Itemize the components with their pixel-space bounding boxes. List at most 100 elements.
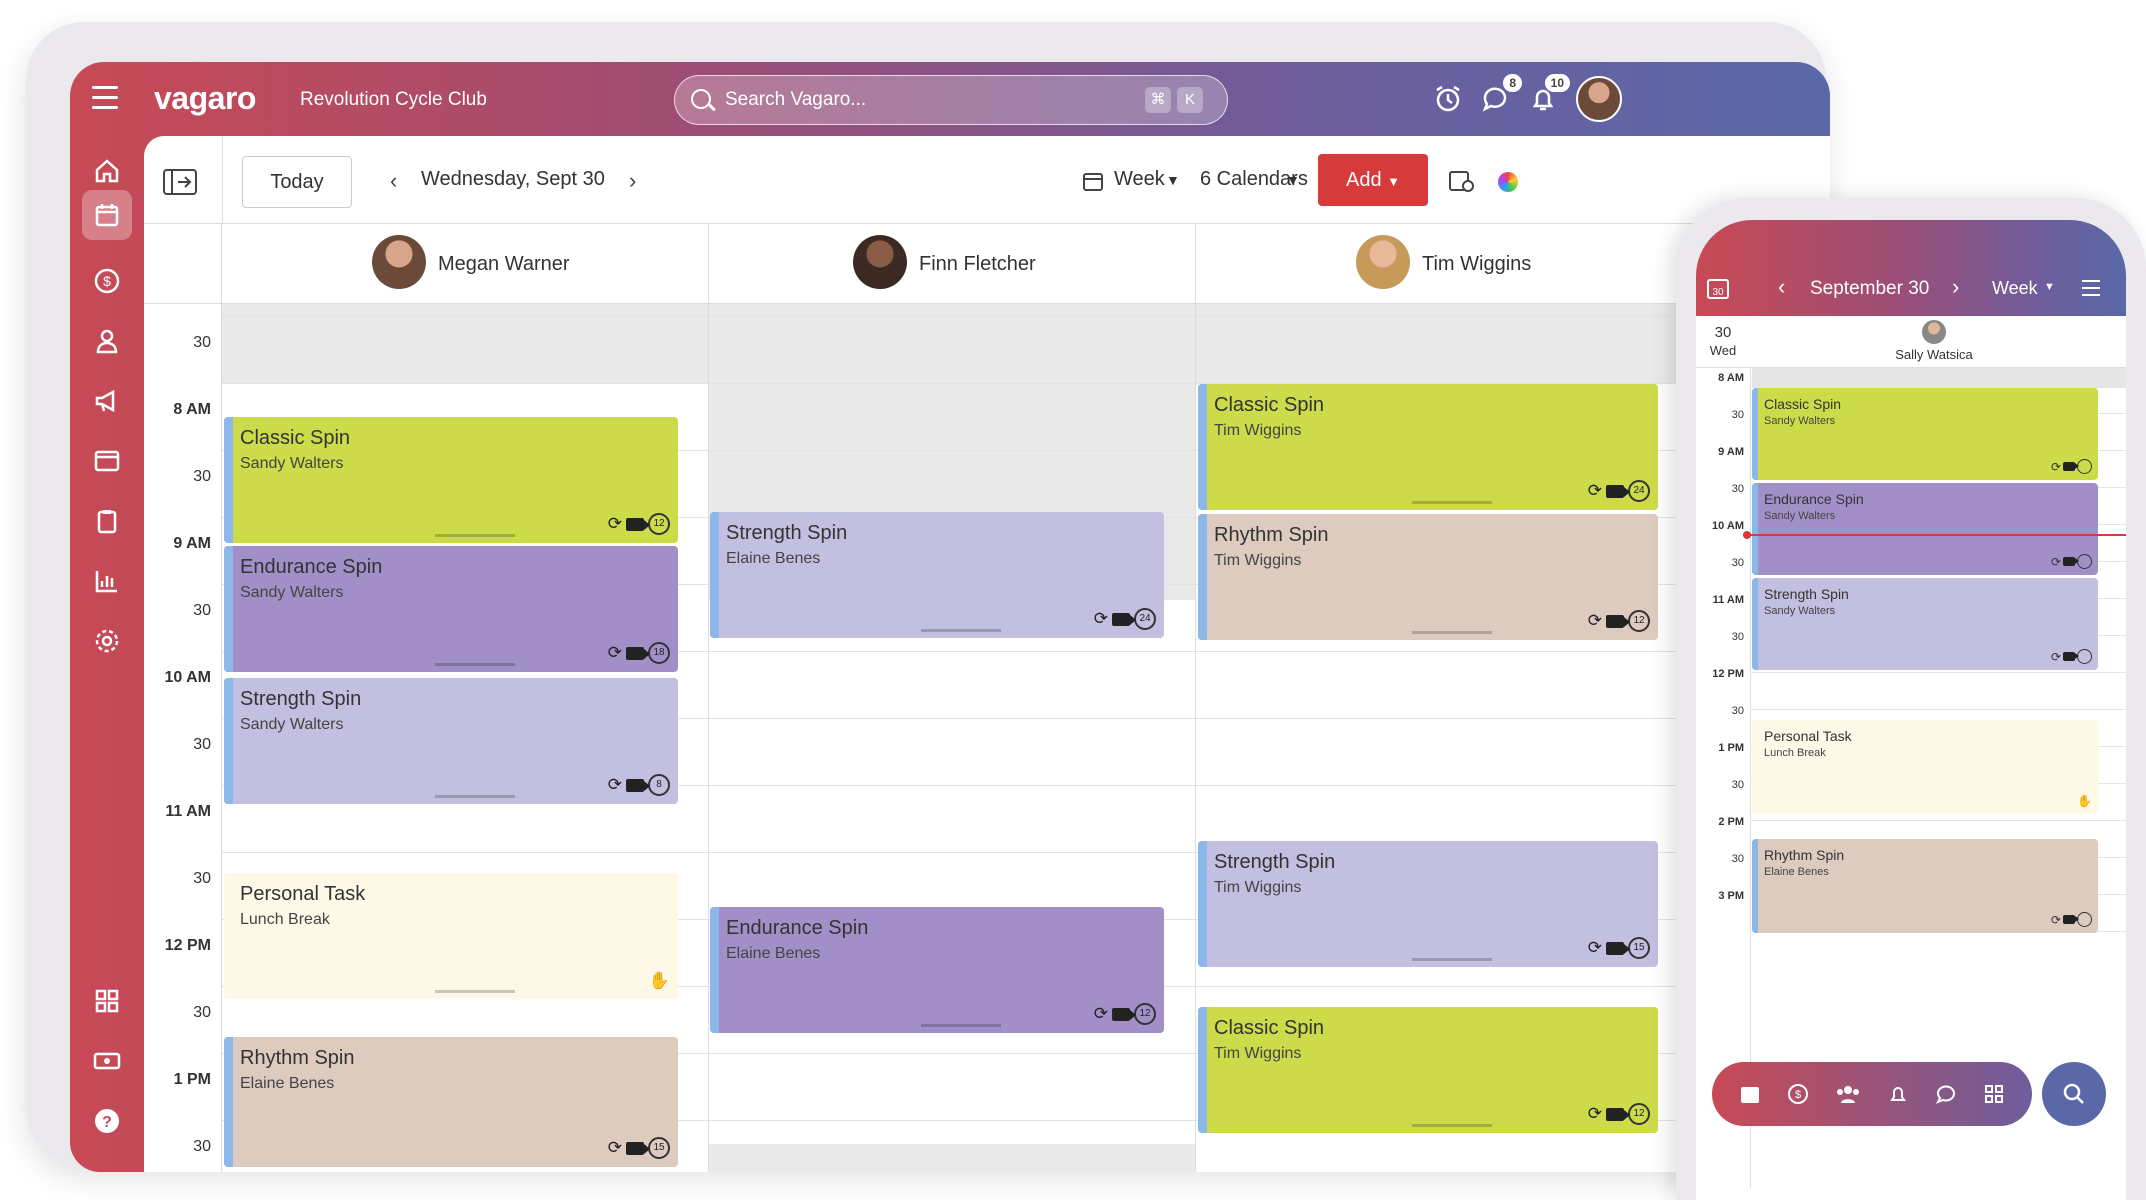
video-icon <box>2063 652 2079 661</box>
capacity-badge: 12 <box>1628 1103 1650 1125</box>
apps-icon[interactable] <box>88 982 126 1020</box>
calendar-icon[interactable] <box>82 190 132 240</box>
prev-day-chevron-icon[interactable]: ‹ <box>390 168 397 194</box>
search-icon <box>691 89 711 109</box>
appointment-block[interactable]: Endurance Spin Sandy Walters ⟳ <box>1752 483 2098 575</box>
home-icon[interactable] <box>88 152 126 190</box>
next-chevron-icon[interactable]: › <box>1952 274 1959 300</box>
marketing-icon[interactable] <box>88 382 126 420</box>
apps-icon[interactable] <box>1983 1083 2005 1105</box>
grid-line <box>1750 709 2126 710</box>
appointment-block[interactable]: Classic Spin Sandy Walters ⟳ <box>1752 388 2098 480</box>
svg-text:30: 30 <box>1712 287 1724 298</box>
appointment-block[interactable]: Strength Spin Tim Wiggins ⟳ 15 <box>1198 841 1658 967</box>
video-icon <box>2063 557 2079 566</box>
time-label: 3 PM <box>1718 890 1744 902</box>
next-day-chevron-icon[interactable]: › <box>629 168 636 194</box>
help-icon[interactable]: ? <box>88 1102 126 1140</box>
staff-column[interactable] <box>709 304 1196 1172</box>
menu-icon[interactable] <box>2082 280 2100 296</box>
capacity-badge: 18 <box>648 642 670 664</box>
personal-task-block[interactable]: Personal Task Lunch Break ✋ <box>1752 720 2098 814</box>
appointment-block[interactable]: Endurance Spin Sandy Walters ⟳ 18 <box>224 546 678 672</box>
vagaro-logo[interactable]: vagaro <box>154 80 256 117</box>
messages-badge: 8 <box>1503 74 1522 92</box>
alarm-clock-icon[interactable] <box>1433 84 1463 114</box>
video-icon <box>1606 1107 1630 1121</box>
svg-text:$: $ <box>1795 1089 1801 1101</box>
view-dropdown-icon[interactable]: ▼ <box>2044 281 2055 293</box>
reports-icon[interactable] <box>88 562 126 600</box>
view-dropdown-icon[interactable]: ▼ <box>1166 172 1180 188</box>
time-label: 12 PM <box>1712 668 1744 680</box>
avatar <box>372 235 426 289</box>
today-button[interactable]: Today <box>242 156 352 208</box>
appointment-block[interactable]: Classic Spin Sandy Walters ⟳ 12 <box>224 417 678 543</box>
video-icon <box>1606 614 1630 628</box>
time-label: 2 PM <box>1718 816 1744 828</box>
menu-icon[interactable] <box>92 86 118 109</box>
repeat-icon: ⟳ <box>1587 1104 1602 1123</box>
time-label: 30 <box>1731 631 1744 643</box>
user-avatar[interactable] <box>1576 76 1622 122</box>
top-bar: vagaro Revolution Cycle Club Search Vaga… <box>70 62 1830 136</box>
event-staff: Tim Wiggins <box>1214 1045 1302 1062</box>
appointment-block[interactable]: Rhythm Spin Elaine Benes ⟳ <box>1752 839 2098 933</box>
video-icon <box>2063 462 2079 471</box>
messages-icon[interactable] <box>1935 1083 1957 1105</box>
appointment-block[interactable]: Endurance Spin Elaine Benes ⟳ 12 <box>710 907 1164 1033</box>
cash-icon[interactable] <box>88 1042 126 1080</box>
browser-icon[interactable] <box>88 442 126 480</box>
event-title: Endurance Spin <box>240 556 383 578</box>
column-header-megan[interactable]: Megan Warner <box>222 224 709 304</box>
column-header-finn[interactable]: Finn Fletcher <box>709 224 1196 304</box>
cmd-key: ⌘ <box>1145 87 1171 113</box>
calendar-settings-icon[interactable] <box>1448 168 1476 194</box>
event-staff: Tim Wiggins <box>1214 879 1302 896</box>
calendars-dropdown-icon[interactable]: ▼ <box>1286 172 1300 188</box>
time-label: 30 <box>1731 705 1744 717</box>
event-title: Classic Spin <box>240 427 351 449</box>
clipboard-icon[interactable] <box>88 502 126 540</box>
event-title: Classic Spin <box>1214 394 1325 416</box>
messages-icon[interactable]: 8 <box>1480 74 1522 114</box>
search-button[interactable] <box>2042 1062 2106 1126</box>
repeat-icon: ⟳ <box>607 514 622 533</box>
current-time-line <box>1743 531 2126 539</box>
dollar-icon[interactable]: $ <box>1787 1083 1809 1105</box>
appointment-block[interactable]: Classic Spin Tim Wiggins ⟳ 12 <box>1198 1007 1658 1133</box>
time-label: 30 <box>193 736 211 753</box>
prev-chevron-icon[interactable]: ‹ <box>1778 274 1785 300</box>
event-staff: Tim Wiggins <box>1214 422 1302 439</box>
appointment-block[interactable]: Classic Spin Tim Wiggins ⟳ 24 <box>1198 384 1658 510</box>
calendar-icon[interactable] <box>1739 1083 1761 1105</box>
settings-icon[interactable] <box>88 622 126 660</box>
customer-icon[interactable] <box>88 322 126 360</box>
repeat-icon: ⟳ <box>1587 611 1602 630</box>
phone-view-selector[interactable]: Week <box>1992 278 2038 299</box>
collapse-panel-icon[interactable] <box>162 168 198 196</box>
time-label: 30 <box>193 334 211 351</box>
dollar-icon[interactable]: $ <box>88 262 126 300</box>
phone-date-title: September 30 <box>1810 278 1930 299</box>
business-name: Revolution Cycle Club <box>300 89 487 110</box>
add-label: Add <box>1345 169 1382 191</box>
appointment-block[interactable]: Strength Spin Sandy Walters ⟳ 8 <box>224 678 678 804</box>
appointment-block[interactable]: Strength Spin Sandy Walters ⟳ <box>1752 578 2098 670</box>
personal-task-block[interactable]: Personal Task Lunch Break ✋ <box>224 873 678 999</box>
avatar <box>1922 320 1946 344</box>
add-button[interactable]: Add ▼ <box>1318 154 1428 206</box>
notifications-icon[interactable]: 10 <box>1528 74 1570 114</box>
search-input[interactable]: Search Vagaro... ⌘ K <box>674 75 1228 125</box>
view-selector[interactable]: Week <box>1114 168 1165 191</box>
avatar <box>853 235 907 289</box>
notifications-icon[interactable] <box>1887 1083 1909 1105</box>
appointment-block[interactable]: Rhythm Spin Tim Wiggins ⟳ 12 <box>1198 514 1658 640</box>
color-palette-icon[interactable] <box>1498 172 1518 192</box>
repeat-icon: ⟳ <box>2050 459 2061 474</box>
appointment-block[interactable]: Rhythm Spin Elaine Benes ⟳ 15 <box>224 1037 678 1167</box>
appointment-block[interactable]: Strength Spin Elaine Benes ⟳ 24 <box>710 512 1164 638</box>
calendar-icon[interactable]: 30 <box>1706 276 1730 300</box>
video-icon <box>2063 915 2079 924</box>
customers-icon[interactable] <box>1835 1083 1861 1105</box>
